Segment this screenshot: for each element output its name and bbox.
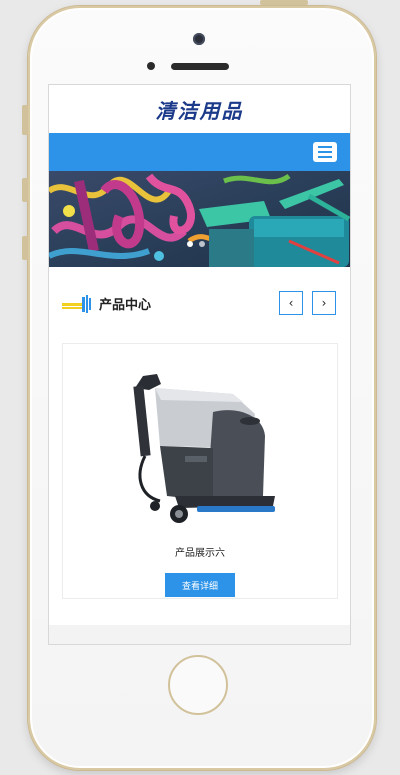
banner-dot-2[interactable] <box>199 241 205 247</box>
chevron-right-icon: › <box>321 296 327 310</box>
home-button[interactable] <box>168 655 228 715</box>
phone-screen: 清洁用品 产品中心 ‹ › 产品展示六 查看详细 <box>48 84 351 645</box>
banner-image <box>49 171 350 267</box>
section-title: 产品中心 <box>99 298 152 313</box>
view-details-button[interactable]: 查看详细 <box>165 573 235 597</box>
site-logo[interactable]: 清洁用品 <box>156 95 244 124</box>
chevron-left-icon: ‹ <box>288 296 294 310</box>
banner-pagination <box>187 241 205 247</box>
front-camera <box>193 33 205 45</box>
volume-down-button <box>22 236 28 260</box>
earpiece-speaker <box>171 63 229 70</box>
floor-scrubber-image[interactable] <box>115 356 290 524</box>
proximity-sensor <box>147 62 155 70</box>
product-name[interactable]: 产品展示六 <box>63 544 337 559</box>
bottom-strip <box>49 625 350 644</box>
volume-up-button <box>22 178 28 202</box>
prev-arrow-button[interactable]: ‹ <box>279 291 303 315</box>
banner-dot-1[interactable] <box>187 241 193 247</box>
hero-banner[interactable] <box>49 171 350 267</box>
nav-bar <box>49 133 350 171</box>
product-section-header: 产品中心 ‹ › <box>49 267 350 339</box>
product-card[interactable]: 产品展示六 查看详细 <box>62 343 338 599</box>
hamburger-menu-icon[interactable] <box>313 142 337 162</box>
next-arrow-button[interactable]: › <box>312 291 336 315</box>
power-button <box>260 0 308 5</box>
site-header: 清洁用品 <box>49 85 350 133</box>
brush-icon <box>62 295 91 313</box>
mute-switch <box>22 105 28 135</box>
